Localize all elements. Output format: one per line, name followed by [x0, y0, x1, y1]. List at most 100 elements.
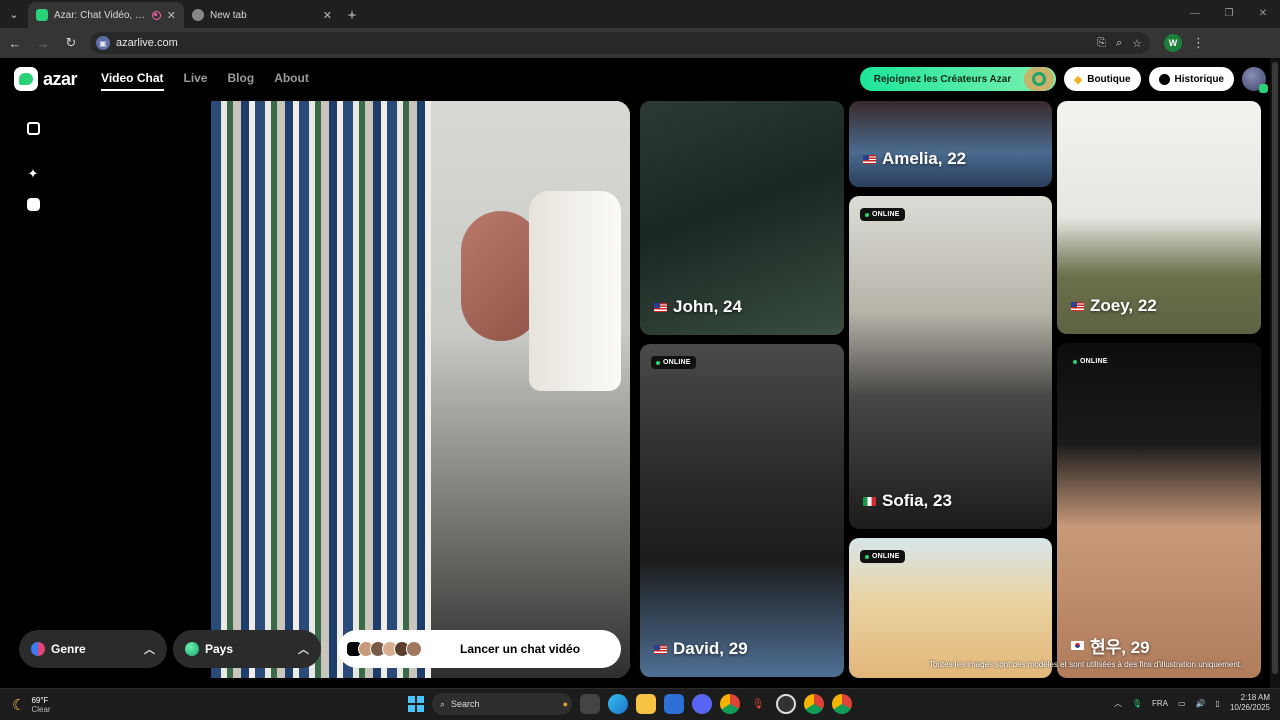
- scrollbar-thumb[interactable]: [1272, 62, 1278, 674]
- date: 10/26/2025: [1229, 703, 1270, 712]
- profile-name: Sofia, 23: [882, 491, 952, 510]
- weather-condition: Clear: [31, 704, 51, 714]
- bookmark-star-icon[interactable]: ☆: [1132, 37, 1142, 50]
- gender-filter-button[interactable]: Genre ︿: [19, 630, 167, 668]
- tab-title: Azar: Chat Vidéo, Rencontre: [54, 9, 146, 21]
- tab-search-button[interactable]: ⌄: [0, 0, 28, 28]
- profile-card-amelia[interactable]: Amelia, 22: [849, 101, 1052, 187]
- discord-icon[interactable]: [692, 694, 712, 714]
- start-video-chat-label: Lancer un chat vidéo: [460, 642, 581, 656]
- historique-button[interactable]: Historique: [1148, 67, 1234, 91]
- reload-icon[interactable]: ↻: [58, 30, 84, 56]
- globe-icon: [185, 642, 199, 656]
- site-info-icon[interactable]: ▣: [96, 36, 110, 50]
- video-chat-panel: ✦ Genre ︿ Pays ︿ Lancer un chat vidéo: [10, 101, 630, 678]
- battery-icon[interactable]: ▯: [1216, 699, 1220, 708]
- chrome-profile-icon[interactable]: [804, 694, 824, 714]
- file-explorer-icon[interactable]: [636, 694, 656, 714]
- tab-title: New tab: [210, 9, 247, 21]
- recording-indicator-icon: [151, 10, 161, 20]
- microphone-icon[interactable]: 🎙: [748, 694, 768, 714]
- gender-icon: [31, 642, 45, 656]
- address-bar[interactable]: ▣ azarlive.com ⎘ ⌕ ☆: [90, 32, 1150, 54]
- url-text: azarlive.com: [116, 37, 178, 49]
- nav-video-chat[interactable]: Video Chat: [101, 67, 164, 91]
- tab-azar[interactable]: Azar: Chat Vidéo, Rencontre ✕: [28, 2, 184, 28]
- taskbar-search[interactable]: ⌕ Search ●: [432, 693, 572, 715]
- windows-taskbar: ☾ 69°F Clear ⌕ Search ● 🎙 ︿ 🎙 FRA ▭ 🔊 ▯ …: [0, 688, 1280, 720]
- task-view-icon[interactable]: [580, 694, 600, 714]
- chrome-icon[interactable]: [720, 694, 740, 714]
- us-flag-icon: [654, 644, 667, 654]
- user-faces-stack: [346, 641, 422, 657]
- country-filter-button[interactable]: Pays ︿: [173, 630, 321, 668]
- windows-start-icon[interactable]: [408, 696, 424, 712]
- azar-logo[interactable]: azar: [14, 67, 78, 91]
- minimize-icon[interactable]: —: [1178, 0, 1212, 26]
- profile-name: 현우, 29: [1090, 638, 1150, 657]
- browser-profile-avatar[interactable]: W: [1164, 34, 1182, 52]
- effects-sparkle-icon[interactable]: ✦: [24, 165, 42, 183]
- taskbar-apps: ⌕ Search ● 🎙: [408, 693, 852, 715]
- profile-card-blonde[interactable]: ONLINE: [849, 538, 1052, 678]
- brand-name: azar: [43, 68, 78, 89]
- weather-widget[interactable]: ☾ 69°F Clear: [12, 696, 51, 714]
- nav-blog[interactable]: Blog: [228, 67, 255, 91]
- close-tab-icon[interactable]: ✕: [323, 9, 332, 22]
- camera-preview: [211, 101, 630, 678]
- mic-tray-icon[interactable]: 🎙: [1132, 699, 1142, 708]
- main-nav: Video Chat Live Blog About: [101, 67, 309, 91]
- obs-icon[interactable]: [776, 694, 796, 714]
- temperature: 69°F: [31, 695, 49, 705]
- country-filter-label: Pays: [205, 642, 234, 656]
- nav-live[interactable]: Live: [184, 67, 208, 91]
- online-badge: ONLINE: [1068, 355, 1113, 368]
- online-badge: ONLINE: [860, 550, 905, 563]
- profile-card-zoey[interactable]: Zoey, 22: [1057, 101, 1261, 334]
- forward-icon[interactable]: →: [30, 30, 56, 56]
- profile-name: John, 24: [673, 297, 742, 316]
- profile-name: David, 29: [673, 639, 748, 658]
- tab-new[interactable]: New tab ✕: [184, 2, 340, 28]
- moon-icon: ☾: [12, 696, 26, 714]
- maximize-icon[interactable]: ❐: [1212, 0, 1246, 26]
- store-icon[interactable]: [664, 694, 684, 714]
- zoom-icon[interactable]: ⌕: [1116, 37, 1122, 50]
- profile-card-hyunwoo[interactable]: ONLINE 현우, 29: [1057, 343, 1261, 678]
- profile-card-david[interactable]: ONLINE David, 29: [640, 344, 844, 677]
- cast-icon[interactable]: ⎘: [1097, 37, 1106, 50]
- chrome-work-icon[interactable]: [832, 694, 852, 714]
- new-tab-button[interactable]: +: [340, 2, 364, 28]
- network-icon[interactable]: ▭: [1178, 699, 1186, 708]
- expand-icon[interactable]: [24, 119, 42, 137]
- time: 2:18 AM: [1240, 693, 1270, 702]
- close-tab-icon[interactable]: ✕: [167, 9, 176, 22]
- us-flag-icon: [654, 302, 667, 312]
- face-filter-icon[interactable]: [24, 195, 42, 213]
- back-icon[interactable]: ←: [2, 30, 28, 56]
- online-badge: ONLINE: [860, 208, 905, 221]
- join-creators-button[interactable]: Rejoignez les Créateurs Azar: [859, 67, 1056, 91]
- tray-overflow-icon[interactable]: ︿: [1114, 698, 1122, 709]
- close-window-icon[interactable]: ✕: [1246, 0, 1280, 26]
- edge-icon[interactable]: [608, 694, 628, 714]
- join-creators-label: Rejoignez les Créateurs Azar: [873, 73, 1012, 85]
- start-video-chat-button[interactable]: Lancer un chat vidéo: [338, 630, 621, 668]
- online-badge: ONLINE: [651, 356, 696, 369]
- profile-card-john[interactable]: John, 24: [640, 101, 844, 335]
- gender-filter-label: Genre: [51, 642, 86, 656]
- volume-icon[interactable]: 🔊: [1196, 699, 1206, 708]
- site-header: azar Video Chat Live Blog About Rejoigne…: [0, 58, 1280, 100]
- clock[interactable]: 2:18 AM 10/26/2025: [1230, 693, 1270, 713]
- browser-menu-icon[interactable]: ⋮: [1192, 35, 1205, 51]
- profile-card-sofia[interactable]: ONLINE Sofia, 23: [849, 196, 1052, 529]
- browser-toolbar: ← → ↻ ▣ azarlive.com ⎘ ⌕ ☆ W ⋮: [0, 28, 1280, 58]
- browser-tab-bar: ⌄ Azar: Chat Vidéo, Rencontre ✕ New tab …: [0, 0, 1280, 28]
- boutique-button[interactable]: ◆ Boutique: [1063, 67, 1141, 91]
- boutique-label: Boutique: [1087, 73, 1131, 85]
- user-avatar[interactable]: [1242, 67, 1268, 93]
- chrome-favicon-icon: [192, 9, 204, 21]
- system-tray: ︿ 🎙 FRA ▭ 🔊 ▯ 2:18 AM 10/26/2025: [1114, 693, 1270, 713]
- nav-about[interactable]: About: [274, 67, 309, 91]
- language-indicator[interactable]: FRA: [1152, 699, 1168, 708]
